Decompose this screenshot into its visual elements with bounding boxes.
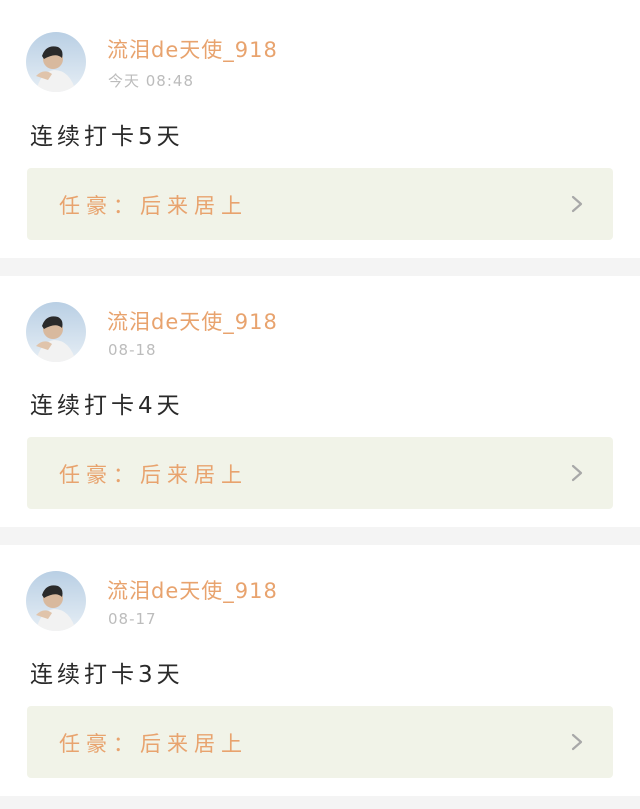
avatar-image — [26, 302, 86, 362]
post-text: 连续打卡3天 — [30, 662, 184, 688]
username[interactable]: 流泪de天使_918 — [107, 34, 278, 64]
post-card: 流泪de天使_918 08-18 连续打卡4天 任豪：后来居上 — [0, 276, 640, 527]
song-link[interactable]: 任豪：后来居上 — [27, 437, 613, 509]
avatar-image — [26, 32, 86, 92]
song-link[interactable]: 任豪：后来居上 — [27, 706, 613, 778]
chevron-right-icon — [571, 195, 583, 213]
avatar[interactable] — [26, 302, 86, 362]
avatar[interactable] — [26, 32, 86, 92]
song-title: 任豪：后来居上 — [59, 463, 248, 487]
post-card: 流泪de天使_918 今天 08:48 连续打卡5天 任豪：后来居上 — [0, 0, 640, 258]
chevron-right-icon — [571, 733, 583, 751]
post-time: 08-17 — [108, 610, 157, 628]
chevron-right-icon — [571, 464, 583, 482]
post-text: 连续打卡5天 — [30, 124, 184, 150]
avatar[interactable] — [26, 571, 86, 631]
post-time: 今天 08:48 — [108, 72, 194, 90]
username[interactable]: 流泪de天使_918 — [107, 575, 278, 605]
post-card: 流泪de天使_918 08-17 连续打卡3天 任豪：后来居上 — [0, 545, 640, 796]
post-text: 连续打卡4天 — [30, 393, 184, 419]
checkin-feed: 流泪de天使_918 今天 08:48 连续打卡5天 任豪：后来居上 流泪de天… — [0, 0, 640, 809]
avatar-image — [26, 571, 86, 631]
song-title: 任豪：后来居上 — [59, 732, 248, 756]
username[interactable]: 流泪de天使_918 — [107, 306, 278, 336]
song-title: 任豪：后来居上 — [59, 194, 248, 218]
post-time: 08-18 — [108, 341, 157, 359]
song-link[interactable]: 任豪：后来居上 — [27, 168, 613, 240]
